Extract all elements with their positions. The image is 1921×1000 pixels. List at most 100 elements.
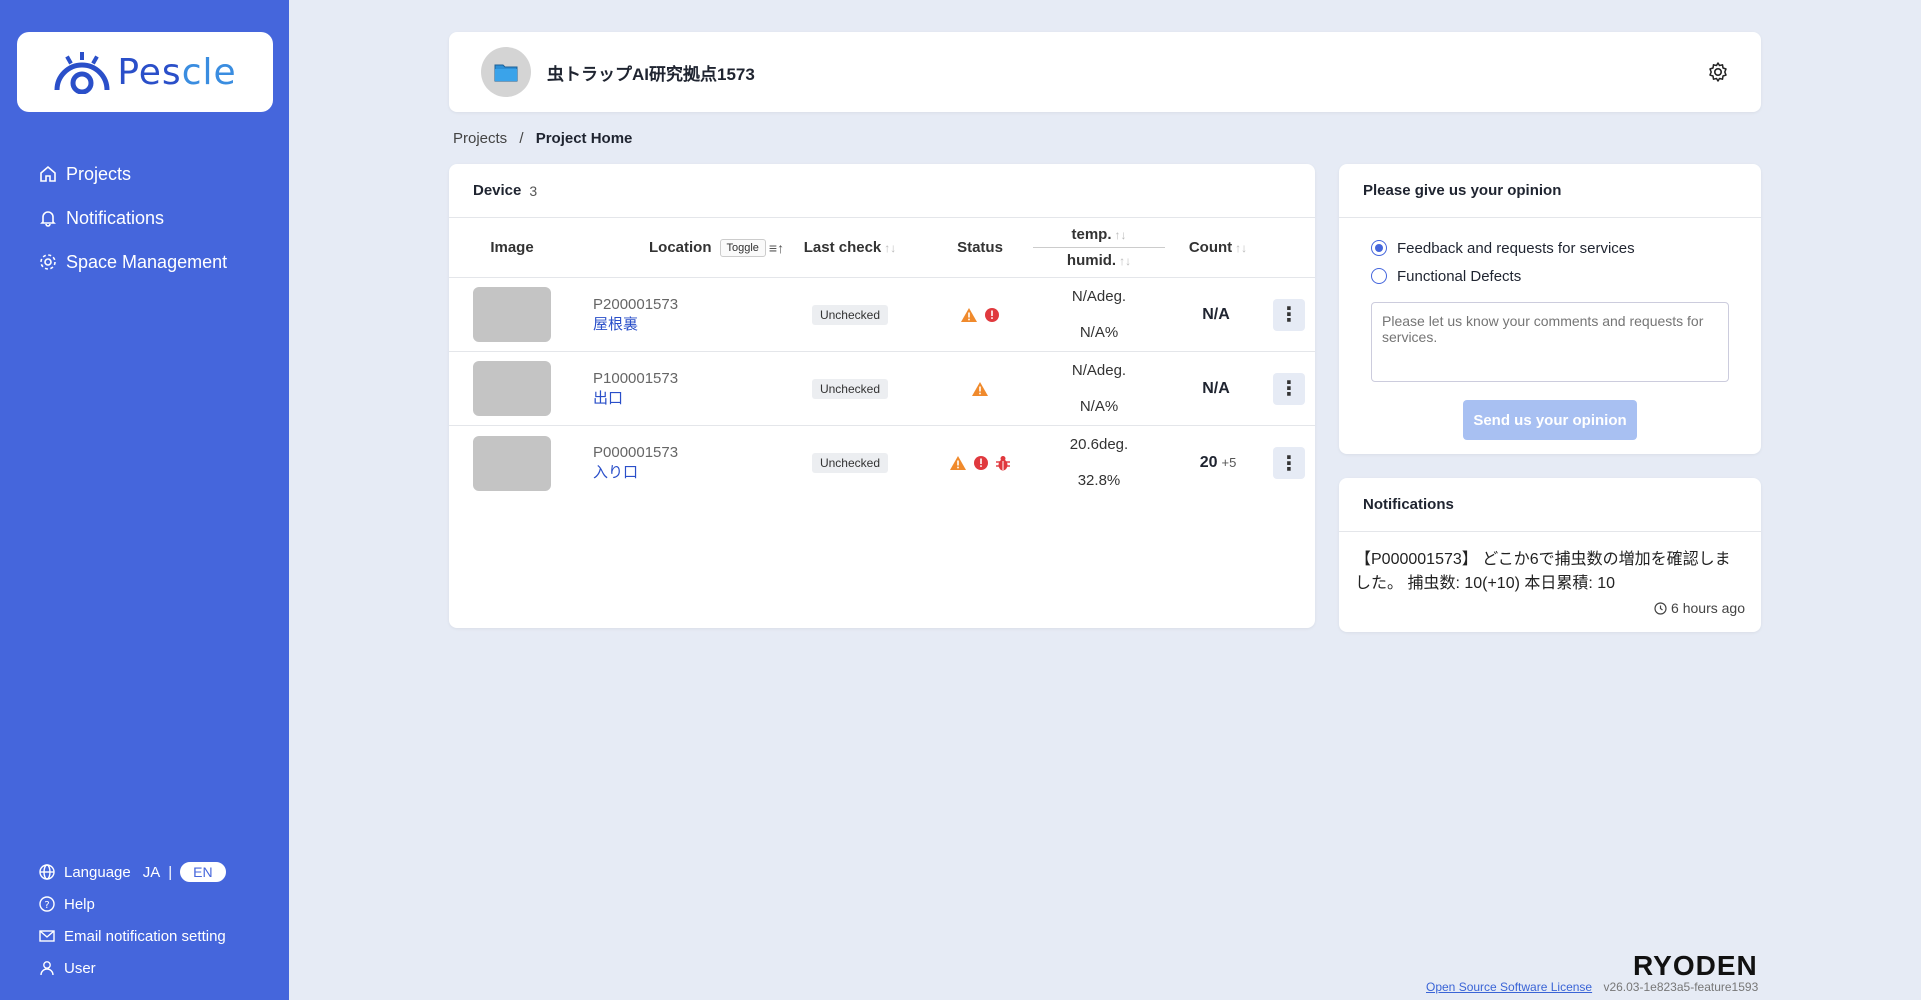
gear-icon: [40, 254, 56, 270]
col-last-check-header[interactable]: Last check ↑↓: [775, 239, 925, 256]
count-header-label: Count: [1188, 239, 1233, 256]
device-location-link[interactable]: 出口: [593, 387, 775, 408]
humid-header-label: humid.: [1066, 252, 1117, 269]
email-notification-setting-link[interactable]: Email notification setting: [38, 920, 226, 952]
settings-gear-icon[interactable]: [1707, 61, 1729, 83]
last-check-header-label: Last check: [803, 239, 882, 256]
device-id: P200001573: [593, 295, 679, 313]
sort-icon: ↑↓: [1114, 228, 1127, 242]
mail-icon: [39, 930, 55, 942]
feedback-radio[interactable]: Feedback and requests for services: [1371, 234, 1729, 262]
notification-time: 6 hours ago: [1355, 596, 1745, 620]
location-header-label: Location: [649, 239, 712, 256]
device-id: P000001573: [593, 444, 679, 461]
sidebar: Pescle Projects Notifications Space Mana…: [0, 0, 289, 1000]
device-id: P100001573: [593, 369, 679, 387]
bug-icon: [996, 456, 1010, 471]
notification-message[interactable]: 【P000001573】 どこか6で捕虫数の増加を確認しました。 捕虫数: 10…: [1355, 548, 1745, 596]
opinion-textarea[interactable]: [1371, 302, 1729, 382]
radio-unselected[interactable]: [1371, 268, 1387, 284]
table-row[interactable]: P100001573 出口 Unchecked N/Adeg. N/A% N/A…: [449, 352, 1315, 426]
warning-icon: [972, 381, 988, 396]
svg-text:?: ?: [44, 900, 49, 911]
notification-time-label: 6 hours ago: [1671, 600, 1745, 616]
device-thumbnail[interactable]: [473, 361, 551, 416]
send-opinion-button[interactable]: Send us your opinion: [1463, 400, 1637, 440]
sidebar-item-space-management[interactable]: Space Management: [38, 240, 227, 284]
email-setting-label: Email notification setting: [64, 927, 226, 945]
sidebar-nav: Projects Notifications Space Management: [38, 152, 227, 284]
oss-license-link[interactable]: Open Source Software License: [1426, 980, 1592, 994]
count-value: N/A: [1202, 379, 1230, 397]
table-row[interactable]: P000001573 入り口 Unchecked 20.6deg. 32.8% …: [449, 426, 1315, 500]
row-menu-button[interactable]: ⋮: [1273, 372, 1305, 405]
help-link[interactable]: ? Help: [38, 888, 226, 920]
sort-icon: ↑↓: [884, 241, 897, 255]
device-card-title: Device 3: [449, 164, 1315, 218]
col-status-header: Status: [957, 239, 1003, 256]
folder-icon: [494, 64, 518, 82]
lang-en-button[interactable]: EN: [180, 862, 226, 882]
row-menu-button[interactable]: ⋮: [1273, 298, 1305, 331]
breadcrumb-projects-link[interactable]: Projects: [453, 130, 507, 147]
humidity-value: N/A%: [1079, 397, 1119, 415]
breadcrumb-current: Project Home: [535, 130, 633, 147]
lang-separator: |: [168, 863, 173, 881]
notifications-card-title: Notifications: [1339, 478, 1761, 532]
device-table-header: Image Location Toggle ≡↑ Last check ↑↓ St…: [449, 218, 1315, 278]
col-image-header: Image: [490, 239, 534, 256]
project-header: 虫トラップAI研究拠点1573: [449, 32, 1761, 112]
col-location-header: Location Toggle ≡↑: [575, 238, 784, 257]
opinion-card: Please give us your opinion Feedback and…: [1339, 164, 1761, 454]
globe-icon: [39, 864, 55, 880]
sidebar-item-notifications[interactable]: Notifications: [38, 196, 227, 240]
device-count: 3: [529, 182, 538, 199]
eye-logo-icon: [54, 52, 110, 94]
brand-name: Pescle: [117, 51, 237, 93]
feedback-radio-label: Feedback and requests for services: [1397, 239, 1635, 257]
sidebar-bottom: Language JA | EN ? Help Email notificati…: [38, 856, 226, 984]
warning-icon: [961, 307, 977, 322]
device-location-link[interactable]: 屋根裏: [593, 313, 775, 334]
version-label: v26.03-1e823a5-feature1593: [1603, 980, 1759, 994]
temperature-value: N/Adeg.: [1071, 287, 1127, 305]
check-status-badge: Unchecked: [811, 304, 889, 325]
count-value: N/A: [1202, 305, 1230, 323]
sort-icon: ↑↓: [1235, 241, 1248, 255]
col-temp-humid-header[interactable]: temp. ↑↓ humid. ↑↓: [1033, 226, 1165, 269]
opinion-card-title: Please give us your opinion: [1339, 164, 1761, 218]
check-status-badge: Unchecked: [811, 378, 889, 399]
radio-selected[interactable]: [1371, 240, 1387, 256]
status-icons: [925, 381, 1035, 397]
defects-radio[interactable]: Functional Defects: [1371, 262, 1729, 290]
user-label: User: [64, 959, 96, 977]
col-count-header[interactable]: Count ↑↓: [1163, 239, 1273, 256]
count-value: 20: [1199, 454, 1218, 471]
device-thumbnail[interactable]: [473, 435, 551, 491]
row-menu-button[interactable]: ⋮: [1273, 447, 1305, 479]
sort-icon: ↑↓: [1119, 254, 1132, 268]
language-selector: Language JA | EN: [38, 856, 226, 888]
device-thumbnail[interactable]: [473, 287, 551, 342]
notifications-card: Notifications 【P000001573】 どこか6で捕虫数の増加を確…: [1339, 478, 1761, 632]
temperature-value: 20.6deg.: [1069, 436, 1129, 453]
pescle-logo[interactable]: Pescle: [17, 32, 273, 112]
sidebar-item-projects[interactable]: Projects: [38, 152, 227, 196]
help-label: Help: [64, 895, 95, 913]
breadcrumb: Projects / Project Home: [453, 130, 632, 147]
temp-header-label: temp.: [1071, 226, 1112, 243]
sidebar-item-label: Notifications: [66, 207, 165, 228]
error-icon: [985, 307, 999, 322]
user-icon: [40, 961, 54, 976]
status-icons: [925, 454, 1035, 472]
device-location-link[interactable]: 入り口: [593, 461, 775, 482]
count-increase: +5: [1221, 455, 1237, 470]
user-link[interactable]: User: [38, 952, 226, 984]
clock-icon: [1654, 601, 1667, 615]
sidebar-item-label: Projects: [66, 163, 132, 184]
lang-ja-button[interactable]: JA: [143, 864, 161, 881]
project-avatar: [481, 47, 531, 97]
status-icons: [925, 307, 1035, 323]
table-row[interactable]: P200001573 屋根裏 Unchecked N/Adeg. N/A% N/…: [449, 278, 1315, 352]
location-toggle-button[interactable]: Toggle: [719, 238, 766, 257]
